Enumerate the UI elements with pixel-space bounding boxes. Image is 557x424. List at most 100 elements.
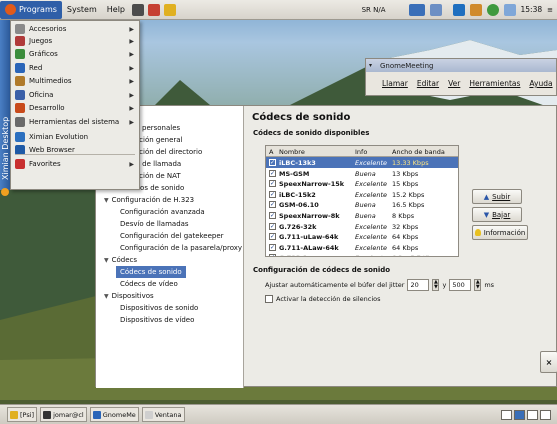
tree-item-video-devices[interactable]: Dispositivos de vídeo	[120, 314, 194, 326]
screen-icon[interactable]	[408, 3, 425, 16]
home-launcher-icon[interactable]	[164, 3, 177, 16]
codec-name: G.711-ALaw-64k	[279, 243, 339, 252]
window-launcher-icon[interactable]	[148, 3, 161, 16]
tree-item-sound-devices[interactable]: Dispositivos de sonido	[120, 302, 198, 314]
programs-menu-item[interactable]: Oficina ▶	[11, 89, 139, 101]
system-menu-button[interactable]: System	[62, 1, 102, 19]
panel-menu-icon[interactable]: ≡	[547, 6, 553, 14]
codec-row[interactable]: ✓ GSM-06.10 Buena 16.5 Kbps	[266, 199, 458, 210]
tree-item-h323[interactable]: ▼ Configuración de H.323	[104, 194, 194, 206]
codec-enabled-checkbox[interactable]: ✓	[269, 180, 276, 188]
move-up-button[interactable]: ▲ Subir	[472, 189, 522, 204]
menu-editar[interactable]: Editar	[417, 79, 439, 88]
codec-row[interactable]: ✓ SpeexNarrow-8k Buena 8 Kbps	[266, 210, 458, 221]
column-info[interactable]: Info	[355, 148, 367, 156]
codec-row[interactable]: ✓ G.726-32k Excelente 32 Kbps	[266, 221, 458, 232]
update-icon[interactable]	[486, 3, 499, 16]
checkbox-box[interactable]	[265, 295, 273, 303]
tree-item-gatekeeper[interactable]: Configuración del gatekeeper	[120, 230, 224, 242]
tree-item-personal[interactable]: personales	[142, 122, 180, 134]
tree-item-gateway-proxy[interactable]: Configuración de la pasarela/proxy	[120, 242, 242, 254]
programs-menu-item[interactable]: Herramientas del sistema ▶	[11, 116, 139, 128]
tree-item-video-codecs[interactable]: Códecs de vídeo	[120, 278, 178, 290]
codec-bandwidth: 15 Kbps	[392, 180, 419, 189]
jitter-max-input[interactable]: 500	[449, 279, 472, 291]
codec-enabled-checkbox[interactable]: ✓	[269, 159, 276, 166]
workspace-4[interactable]	[540, 409, 551, 420]
codec-enabled-checkbox[interactable]: ✓	[269, 201, 276, 209]
codec-enabled-checkbox[interactable]: ✓	[269, 212, 276, 219]
network-icon[interactable]	[469, 3, 482, 16]
tree-item-directory[interactable]: ración del directorio	[132, 146, 202, 158]
tree-item-devices[interactable]: ▼ Dispositivos	[104, 290, 154, 302]
taskbar-button[interactable]: [Psi]	[7, 407, 38, 422]
volume-icon[interactable]	[452, 3, 465, 16]
codec-info-button[interactable]: Información	[472, 225, 528, 240]
tree-item-codecs[interactable]: ▼ Códecs	[104, 254, 137, 266]
codec-name: iLBC-15k2	[279, 190, 316, 199]
codec-row[interactable]: ✓ SpeexNarrow-15k Excelente 15 Kbps	[266, 178, 458, 189]
close-button[interactable]: ×	[540, 351, 557, 373]
programs-menu-item[interactable]: Ximian Evolution	[11, 131, 139, 143]
codec-row[interactable]: ✓ G.711-ALaw-64k Excelente 64 Kbps	[266, 242, 458, 253]
jitter-min-spinner[interactable]: ▲ ▼	[432, 279, 440, 291]
jitter-min-input[interactable]: 20	[407, 279, 430, 291]
programs-menu-item[interactable]: Multimedios ▶	[11, 75, 139, 87]
column-active[interactable]: A	[269, 148, 273, 156]
programs-menu-item[interactable]: Juegos ▶	[11, 35, 139, 47]
codec-bandwidth: 64 Kbps	[392, 233, 419, 242]
programs-menu-item[interactable]: Favorites ▶	[11, 158, 139, 170]
column-bandwidth[interactable]: Ancho de banda	[392, 148, 445, 156]
programs-menu-button[interactable]: Programs	[0, 0, 62, 19]
help-label: Help	[106, 5, 126, 14]
codec-enabled-checkbox[interactable]: ✓	[269, 169, 276, 177]
desktop-tab-arrow-icon[interactable]	[1, 188, 9, 196]
taskbar-button[interactable]: Ventana	[141, 407, 185, 422]
move-down-button[interactable]: ▼ Bajar	[472, 207, 522, 222]
codec-enabled-checkbox[interactable]: ✓	[269, 254, 276, 256]
monitor-icon[interactable]	[429, 3, 442, 16]
programs-menu-item[interactable]: Desarrollo ▶	[11, 102, 139, 114]
codec-row[interactable]: ✓ G.711-uLaw-64k Excelente 64 Kbps	[266, 231, 458, 242]
menu-ver[interactable]: Ver	[448, 79, 460, 88]
terminal-launcher-icon[interactable]	[132, 3, 145, 16]
column-name[interactable]: Nombre	[279, 148, 305, 156]
tree-item-label: ración del directorio	[132, 148, 203, 156]
codec-enabled-checkbox[interactable]: ✓	[269, 243, 276, 251]
tree-item-advanced[interactable]: Configuración avanzada	[120, 206, 205, 218]
clock[interactable]: 15:38	[521, 5, 543, 14]
window-menu-icon[interactable]: ▾	[369, 62, 372, 69]
tree-item-audio-codecs[interactable]: Códecs de sonido	[116, 266, 186, 278]
expander-icon[interactable]: ▼	[104, 293, 109, 300]
taskbar-label: Ventana	[154, 410, 182, 419]
weather-icon[interactable]	[503, 3, 516, 16]
tree-item-label: Desvío de llamadas	[120, 220, 189, 228]
expander-icon[interactable]: ▼	[104, 197, 109, 204]
ximian-desktop-tab[interactable]: Ximian Desktop	[0, 20, 10, 190]
codec-row[interactable]: ✓ MS-GSM Buena 13 Kbps	[266, 168, 458, 179]
gnomemeeting-titlebar[interactable]: ▾ GnomeMeeting	[366, 59, 556, 72]
menu-ayuda[interactable]: Ayuda	[529, 79, 552, 88]
codec-enabled-checkbox[interactable]: ✓	[269, 190, 276, 198]
workspace-1[interactable]	[501, 409, 512, 420]
programs-menu-item[interactable]: Red ▶	[11, 62, 139, 74]
tree-item-call-forwarding[interactable]: Desvío de llamadas	[120, 218, 189, 230]
expander-icon[interactable]: ▼	[104, 257, 109, 264]
workspace-3[interactable]	[527, 409, 538, 420]
jitter-max-spinner[interactable]: ▲ ▼	[474, 279, 482, 291]
menu-llamar[interactable]: Llamar	[382, 79, 408, 88]
help-menu-button[interactable]: Help	[102, 1, 130, 19]
menu-herramientas[interactable]: Herramientas	[469, 79, 520, 88]
programs-menu-item[interactable]: Gráficos ▶	[11, 48, 139, 60]
codec-row[interactable]: ✓G.723.1 Excelente 6.3 a 5.7 Kbps	[266, 252, 458, 256]
programs-menu-item[interactable]: Accesorios ▶	[11, 23, 139, 35]
taskbar-button[interactable]: jomar@cl	[40, 407, 87, 422]
codec-enabled-checkbox[interactable]: ✓	[269, 222, 276, 230]
codec-row[interactable]: ✓ iLBC-15k2 Excelente 15.2 Kbps	[266, 189, 458, 200]
silence-detection-checkbox[interactable]: Activar la detección de silencios	[265, 295, 381, 303]
submenu-arrow-icon: ▶	[129, 118, 134, 126]
codec-enabled-checkbox[interactable]: ✓	[269, 233, 276, 241]
taskbar-button[interactable]: GnomeMe	[89, 407, 139, 422]
codec-row[interactable]: ✓ iLBC-13k3 Excelente 13.33 Kbps	[266, 157, 458, 168]
workspace-2[interactable]	[514, 409, 525, 420]
